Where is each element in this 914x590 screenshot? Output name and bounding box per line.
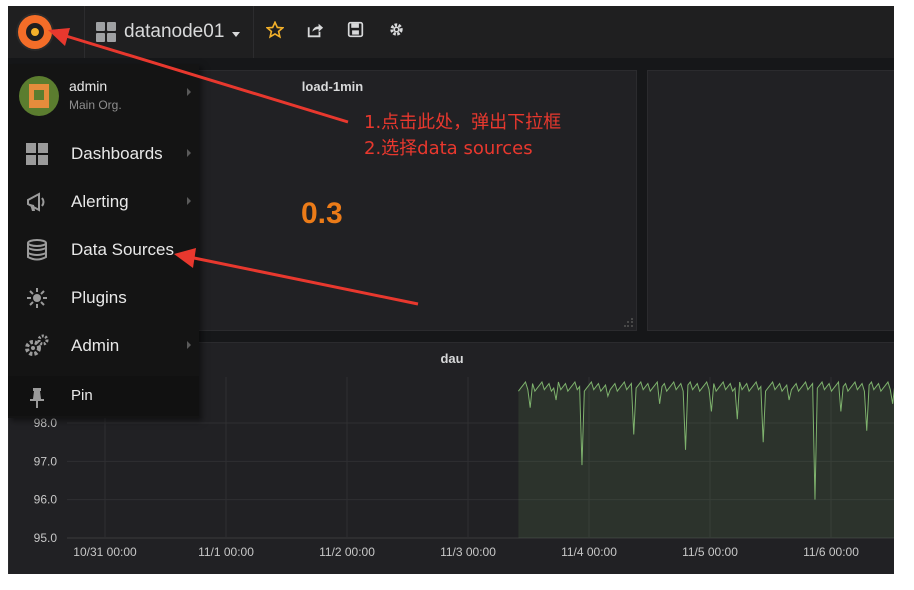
menu-item-admin[interactable]: Admin: [8, 324, 199, 368]
nav-divider: [253, 6, 254, 58]
save-icon: [347, 21, 363, 38]
menu-item-dashboards[interactable]: Dashboards: [8, 132, 199, 176]
x-tick-label: 11/1 00:00: [198, 545, 254, 559]
user-menu-item[interactable]: admin Main Org.: [8, 64, 199, 130]
x-tick-label: 11/2 00:00: [319, 545, 375, 559]
x-tick-label: 11/3 00:00: [440, 545, 496, 559]
dashboard-picker[interactable]: datanode01: [96, 20, 241, 44]
share-button[interactable]: [304, 21, 326, 43]
gear-icon: [389, 23, 403, 36]
menu-item-label: Data Sources: [71, 240, 174, 259]
star-button[interactable]: [264, 20, 286, 43]
y-tick-label: 98.0: [34, 416, 58, 430]
resize-handle-icon[interactable]: [624, 318, 634, 328]
menu-item-label: Dashboards: [71, 144, 163, 163]
series-area: [518, 381, 894, 538]
share-icon: [307, 23, 324, 38]
x-tick-label: 11/5 00:00: [682, 545, 738, 559]
y-tick-label: 95.0: [34, 531, 58, 545]
caret-down-icon: [58, 29, 66, 34]
grafana-logo-icon: [18, 15, 52, 49]
y-tick-label: 96.0: [34, 493, 58, 507]
avatar: [19, 76, 59, 116]
caret-down-icon: [232, 31, 241, 37]
y-tick-label: 97.0: [34, 454, 58, 468]
chevron-right-icon: [187, 341, 191, 349]
empty-panel[interactable]: [647, 70, 894, 331]
star-icon: [265, 20, 285, 39]
menu-item-label: Pin: [71, 387, 93, 404]
chevron-right-icon: [187, 88, 191, 96]
cogs-icon: [24, 334, 50, 358]
dashboard-name: datanode01: [124, 21, 225, 42]
annotation-step2: 2.选择data sources: [364, 138, 533, 159]
menu-item-data-sources[interactable]: Data Sources: [8, 228, 199, 272]
dashboards-icon: [24, 142, 50, 166]
annotation-step1: 1.点击此处，弹出下拉框: [364, 112, 562, 133]
menu-item-alerting[interactable]: Alerting: [8, 180, 199, 224]
dashboard-grid-icon: [96, 22, 116, 42]
menu-item-label: Plugins: [71, 288, 127, 307]
grafana-app: datanode01 load-1min 0.3 dau 95.0 96.0 97.…: [8, 6, 894, 574]
x-tick-label: 11/6 00:00: [803, 545, 859, 559]
singlestat-value: 0.3: [301, 197, 343, 230]
megaphone-icon: [24, 190, 50, 214]
pin-icon: [24, 386, 50, 410]
x-tick-label: 10/31 00:00: [73, 545, 137, 559]
menu-item-label: Alerting: [71, 192, 129, 211]
menu-item-pin[interactable]: Pin: [8, 376, 199, 416]
save-button[interactable]: [344, 21, 366, 43]
top-navbar: datanode01: [8, 6, 894, 58]
side-menu: admin Main Org. Dashboards Alerting Data…: [8, 64, 199, 418]
settings-button[interactable]: [385, 21, 407, 43]
user-name: admin: [69, 78, 108, 94]
menu-item-plugins[interactable]: Plugins: [8, 276, 199, 320]
database-icon: [24, 238, 50, 262]
chevron-right-icon: [187, 197, 191, 205]
x-tick-label: 11/4 00:00: [561, 545, 617, 559]
grafana-menu-button[interactable]: [14, 12, 74, 52]
user-org: Main Org.: [69, 98, 122, 112]
nav-divider: [84, 6, 85, 58]
menu-item-label: Admin: [71, 336, 120, 355]
chevron-right-icon: [187, 149, 191, 157]
plugins-icon: [24, 286, 50, 310]
